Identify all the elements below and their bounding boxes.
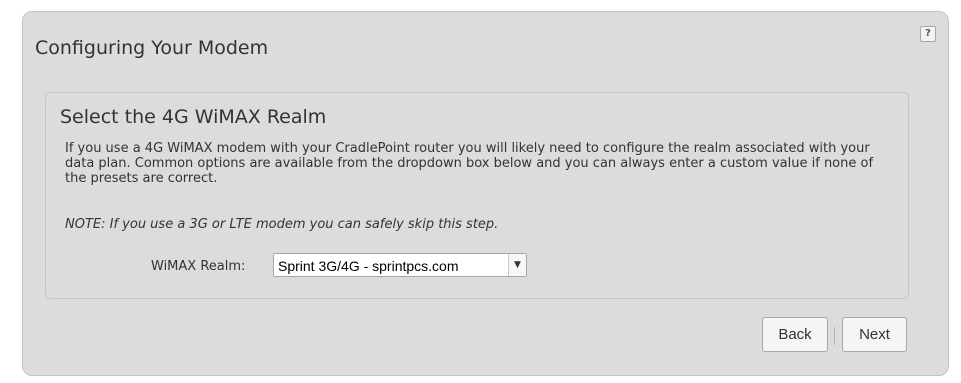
chevron-down-icon[interactable]: ▼ (508, 254, 526, 276)
realm-select[interactable]: Sprint 3G/4G - sprintpcs.com ▼ (273, 253, 527, 277)
section-description: If you use a 4G WiMAX modem with your Cr… (65, 141, 874, 186)
realm-section: Select the 4G WiMAX Realm If you use a 4… (45, 92, 909, 299)
wizard-panel: ? Configuring Your Modem Select the 4G W… (22, 11, 949, 376)
realm-label: WiMAX Realm: (151, 259, 246, 274)
page-title: Configuring Your Modem (35, 37, 269, 59)
next-button[interactable]: Next (842, 317, 907, 352)
realm-selected-value: Sprint 3G/4G - sprintpcs.com (278, 258, 459, 274)
help-icon[interactable]: ? (920, 26, 936, 42)
button-divider (834, 327, 835, 345)
back-button[interactable]: Back (762, 317, 828, 352)
section-note: NOTE: If you use a 3G or LTE modem you c… (65, 217, 499, 232)
section-title: Select the 4G WiMAX Realm (60, 106, 327, 128)
